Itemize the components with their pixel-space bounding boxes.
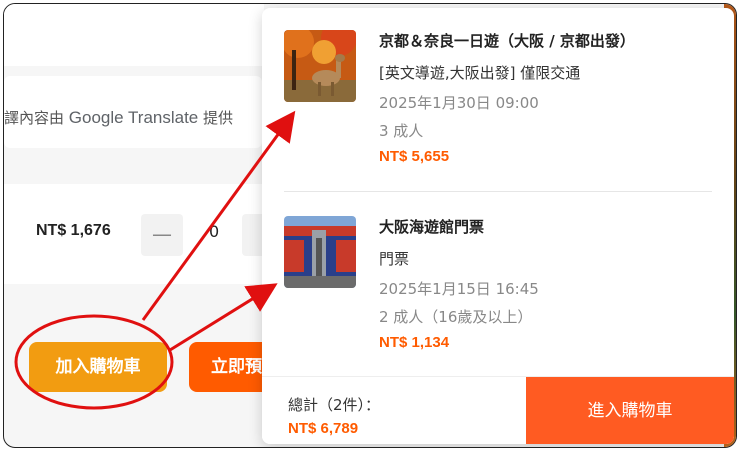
cart-item-title[interactable]: 大阪海遊館門票 xyxy=(379,216,484,237)
quantity-increase-button[interactable] xyxy=(242,214,264,256)
total-price: NT$ 6,789 xyxy=(288,420,359,437)
autumn-deer-thumbnail[interactable] xyxy=(284,30,356,102)
cart-item-option: [英文導遊,大阪出發] 僅限交通 xyxy=(379,64,581,82)
cart-item-datetime: 2025年1月30日 09:00 xyxy=(379,94,539,112)
cart-item[interactable]: 京都＆奈良一日遊（大阪 / 京都出發） [英文導遊,大阪出發] 僅限交通 202… xyxy=(284,30,714,180)
background-header xyxy=(4,4,264,66)
total-label: 總計（2件）： xyxy=(288,396,381,414)
add-to-cart-button[interactable]: 加入購物車 xyxy=(29,342,167,392)
go-to-cart-button[interactable]: 進入購物車 xyxy=(526,377,734,444)
cart-item-option: 門票 xyxy=(379,250,410,268)
cart-item-quantity: 3 成人 xyxy=(379,122,424,140)
unit-price: NT$ 1,676 xyxy=(36,222,111,239)
cart-item-quantity: 2 成人（16歲及以上） xyxy=(379,308,533,326)
cart-item-datetime: 2025年1月15日 16:45 xyxy=(379,280,539,298)
aquarium-building-thumbnail[interactable] xyxy=(284,216,356,288)
translation-note-prefix: 譯內容由 xyxy=(4,109,65,127)
translation-note: 譯內容由 Google Translate 提供 xyxy=(4,107,233,128)
item-divider xyxy=(284,191,712,192)
translation-note-suffix: 提供 xyxy=(203,109,234,127)
cart-item-title[interactable]: 京都＆奈良一日遊（大阪 / 京都出發） xyxy=(379,30,635,51)
cart-item-price: NT$ 1,134 xyxy=(379,334,450,351)
cart-item-price: NT$ 5,655 xyxy=(379,148,450,165)
cart-item[interactable]: 大阪海遊館門票 門票 2025年1月15日 16:45 2 成人（16歲及以上）… xyxy=(284,216,714,366)
cart-popup: 京都＆奈良一日遊（大阪 / 京都出發） [英文導遊,大阪出發] 僅限交通 202… xyxy=(262,8,734,444)
quantity-value: 0 xyxy=(209,222,220,241)
quantity-decrease-button[interactable]: — xyxy=(141,214,183,256)
google-translate-logo: Google Translate xyxy=(68,108,199,127)
cart-popup-footer: 總計（2件）： NT$ 6,789 進入購物車 xyxy=(262,376,734,444)
screenshot-frame: 譯內容由 Google Translate 提供 NT$ 1,676 — 0 加… xyxy=(3,3,737,448)
